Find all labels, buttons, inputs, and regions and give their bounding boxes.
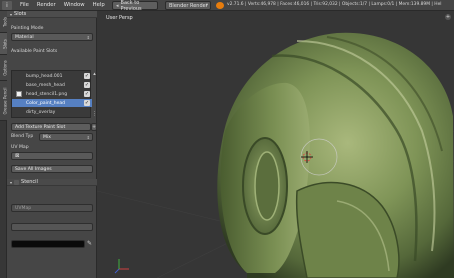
collapse-triangle-icon: ▾ [10,11,13,17]
painting-mode-value: Material [15,34,34,40]
tab-options[interactable]: Options [0,55,8,81]
paint-slot-list: bump_head.001 ✓ base_mesh_head ✓ head_st… [11,70,92,118]
top-menu-bar: i File Render Window Help ◂ Back to Prev… [0,0,454,12]
stencil-checkbox[interactable] [14,179,20,185]
stencil-uvmap-select[interactable]: UVMap [11,204,93,212]
checkbox[interactable]: ✓ [84,100,90,106]
tool-tabs: Tools Slots Options Grease Pencil [0,11,8,278]
stencil-panel-title: Stencil [21,179,38,185]
plus-icon: + [92,124,96,130]
scene-stats: v2.71.6 | Verts:46,978 | Faces:46,016 | … [227,2,442,7]
menu-window[interactable]: Window [64,2,85,8]
tool-shelf-panel: ▾ Slots Painting Mode Material ⇕ Availab… [7,11,97,278]
tab-slots[interactable]: Slots [0,33,8,55]
menu-render[interactable]: Render [37,2,56,8]
tab-grease-pencil[interactable]: Grease Pencil [0,81,8,121]
blender-logo-icon [216,2,224,9]
painting-mode-select[interactable]: Material ⇕ [11,33,93,41]
slot-name: dirty_overlay [26,109,56,115]
save-all-images-label: Save All Images [15,166,52,172]
slot-name: bump_head.001 [26,73,63,79]
blend-type-label: Blend Typ [11,134,34,139]
chevron-down-icon: ▾ [205,3,208,8]
checkbox[interactable]: ✓ [84,82,90,88]
render-engine-value: Blender Render [169,2,208,9]
checkbox[interactable]: ✓ [84,91,90,97]
menu-help[interactable]: Help [93,2,105,8]
viewport-properties-toggle-icon[interactable]: + [445,14,451,20]
back-icon: ◂ [116,2,119,9]
stencil-color-swatch[interactable] [11,240,85,248]
menu-file[interactable]: File [20,2,29,8]
add-texture-slot-button[interactable]: Add Texture Paint Slot [11,123,91,131]
uv-map-icon: ⊠ [15,153,20,159]
uv-map-select[interactable]: ⊠ [11,152,93,160]
chevron-down-icon: ⇕ [86,134,90,140]
add-texture-slot-label: Add Texture Paint Slot [15,124,66,130]
blend-type-value: Mix [43,134,51,140]
slots-panel-title: Slots [14,11,27,17]
collapse-triangle-icon: ▾ [10,179,13,185]
slot-name: head_stencil1.png [26,91,68,97]
list-item[interactable]: head_stencil1.png ✓ [12,90,92,98]
back-to-previous-button[interactable]: ◂ Back to Previous [112,0,158,12]
slot-name: base_mesh_head [26,82,65,88]
list-item[interactable]: Color_paint_head ✓ [12,99,92,107]
stencil-panel-header[interactable]: ▾ Stencil [7,179,97,186]
blend-type-select[interactable]: Mix ⇕ [39,133,93,141]
stencil-image-field[interactable] [11,223,93,231]
chevron-down-icon: ⇕ [86,34,90,40]
stencil-uvmap-value: UVMap [15,205,32,211]
render-engine-select[interactable]: Blender Render ▾ [165,1,211,10]
image-thumbnail-icon [16,91,22,97]
slots-panel-header[interactable]: ▾ Slots [7,11,97,18]
available-slots-label: Available Paint Slots [11,49,58,54]
viewport-perspective-label: User Persp [106,15,133,21]
uv-map-label: UV Map [11,145,29,150]
viewport-scene [97,32,454,278]
list-item[interactable]: dirty_overlay [12,108,92,116]
checkbox[interactable]: ✓ [84,73,90,79]
eyedropper-icon[interactable]: ✎ [86,240,93,248]
list-item[interactable]: base_mesh_head ✓ [12,81,92,89]
3d-viewport[interactable]: User Persp + [97,11,454,278]
painting-mode-label: Painting Mode [11,26,44,31]
slot-name: Color_paint_head [26,100,65,106]
axis-gizmo-icon [114,259,129,274]
save-all-images-button[interactable]: Save All Images [11,165,93,173]
list-item[interactable]: bump_head.001 ✓ [12,72,92,80]
back-to-previous-label: Back to Previous [120,0,142,12]
